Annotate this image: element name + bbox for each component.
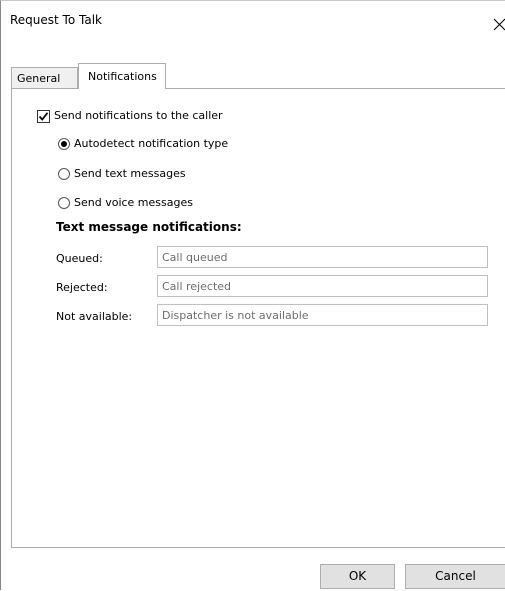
radio-autodetect[interactable] bbox=[58, 138, 70, 150]
tab-notifications[interactable]: Notifications bbox=[78, 63, 166, 89]
window-title: Request To Talk bbox=[10, 13, 102, 27]
button-bar: OK Cancel bbox=[1, 549, 505, 591]
radio-voice-messages-label: Send voice messages bbox=[74, 196, 193, 209]
dialog-window: Request To Talk General Notifications Se… bbox=[0, 0, 505, 591]
send-notifications-label: Send notifications to the caller bbox=[54, 109, 223, 122]
radio-autodetect-label: Autodetect notification type bbox=[74, 137, 229, 150]
not-available-label: Not available: bbox=[56, 310, 133, 323]
cancel-button[interactable]: Cancel bbox=[405, 564, 505, 589]
tab-general-label: General bbox=[17, 72, 61, 85]
rejected-label: Rejected: bbox=[56, 281, 108, 294]
radio-text-messages[interactable] bbox=[58, 168, 70, 180]
radio-text-messages-label: Send text messages bbox=[74, 167, 186, 180]
ok-button[interactable]: OK bbox=[320, 564, 395, 589]
tab-notifications-label: Notifications bbox=[88, 70, 157, 83]
tab-general[interactable]: General bbox=[11, 67, 78, 88]
close-icon bbox=[489, 15, 505, 33]
send-notifications-checkbox[interactable] bbox=[37, 110, 50, 123]
queued-label: Queued: bbox=[56, 252, 103, 265]
queued-input[interactable] bbox=[157, 246, 488, 268]
title-bar: Request To Talk bbox=[1, 1, 505, 35]
not-available-input[interactable] bbox=[157, 304, 488, 326]
notifications-panel: Send notifications to the caller Autodet… bbox=[11, 88, 505, 548]
radio-voice-messages[interactable] bbox=[58, 197, 70, 209]
text-messages-heading: Text message notifications: bbox=[56, 220, 242, 234]
rejected-input[interactable] bbox=[157, 275, 488, 297]
check-icon bbox=[38, 111, 49, 125]
close-button[interactable] bbox=[489, 15, 505, 33]
